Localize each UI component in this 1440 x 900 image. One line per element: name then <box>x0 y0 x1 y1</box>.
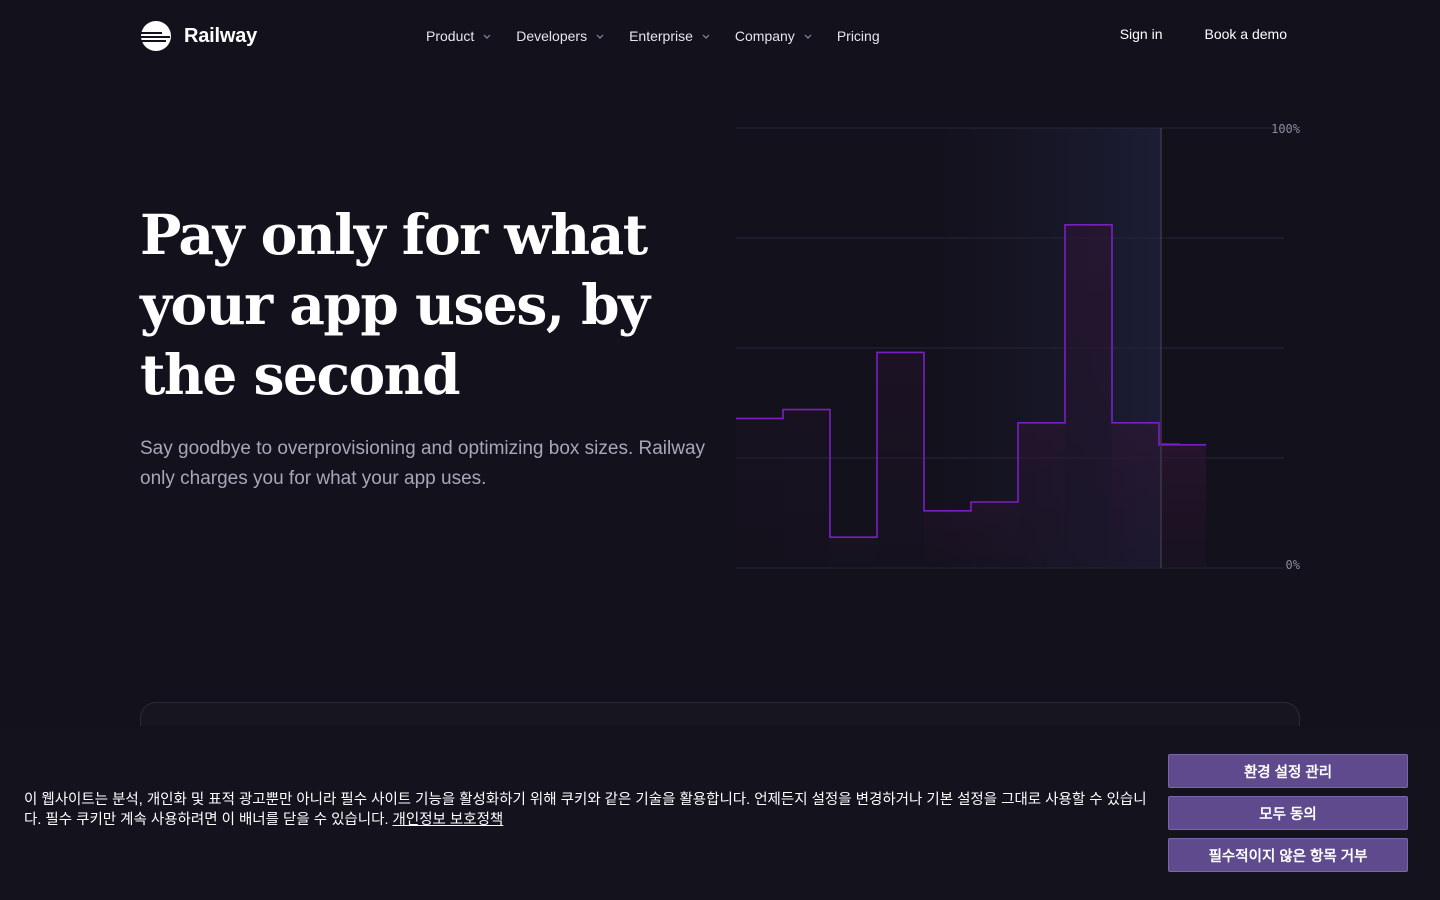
nav-developers[interactable]: Developers <box>516 26 605 46</box>
nav-developers-label: Developers <box>516 28 588 44</box>
chart-bar <box>783 409 830 568</box>
nav-actions: Sign in Book a demo <box>1120 26 1287 42</box>
nav-product[interactable]: Product <box>426 26 492 46</box>
brand-name: Railway <box>184 24 258 47</box>
nav-product-label: Product <box>426 28 475 44</box>
nav-pricing[interactable]: Pricing <box>837 26 880 46</box>
usage-chart: 100% 0% <box>736 122 1301 572</box>
chart-top-label: 100% <box>1271 122 1301 136</box>
chart-bottom-label: 0% <box>1286 558 1301 572</box>
railway-logo-icon <box>140 21 171 51</box>
chart-bar <box>1159 444 1206 568</box>
accept-all-button[interactable]: 모두 동의 <box>1168 796 1408 830</box>
chevron-down-icon <box>483 34 491 39</box>
main-menu: Product Developers Enterprise Company Pr… <box>426 26 904 46</box>
chart-bar <box>736 418 783 568</box>
chevron-down-icon <box>702 34 710 39</box>
nav-pricing-label: Pricing <box>836 28 880 44</box>
nav-enterprise[interactable]: Enterprise <box>629 26 711 46</box>
nav-company-label: Company <box>734 28 795 44</box>
chart-bar <box>1018 422 1065 568</box>
nav-enterprise-label: Enterprise <box>629 28 693 44</box>
nav-company[interactable]: Company <box>735 26 813 46</box>
chevron-down-icon <box>596 34 604 39</box>
hero-title: Pay only for what your app uses, by the … <box>140 202 650 407</box>
brand-logo[interactable]: Railway <box>140 20 257 52</box>
book-demo-link[interactable]: Book a demo <box>1205 26 1288 42</box>
chart-bar <box>1112 422 1159 568</box>
chevron-down-icon <box>804 34 812 39</box>
chart-bar <box>971 502 1018 568</box>
privacy-policy-link[interactable]: 개인정보 보호정책 <box>393 812 504 828</box>
chart-bar <box>877 352 924 568</box>
cookie-banner: 이 웹사이트는 분석, 개인화 및 표적 광고뿐만 아니라 필수 사이트 기능을… <box>0 726 1440 900</box>
cookie-message: 이 웹사이트는 분석, 개인화 및 표적 광고뿐만 아니라 필수 사이트 기능을… <box>24 792 1147 828</box>
chart-bar <box>830 537 877 568</box>
manage-preferences-button[interactable]: 환경 설정 관리 <box>1168 754 1408 788</box>
reject-nonessential-button[interactable]: 필수적이지 않은 항목 거부 <box>1168 838 1408 872</box>
chart-bar <box>924 510 971 568</box>
sign-in-link[interactable]: Sign in <box>1120 26 1163 42</box>
cookie-text: 이 웹사이트는 분석, 개인화 및 표적 광고뿐만 아니라 필수 사이트 기능을… <box>24 790 1154 830</box>
hero-subtitle: Say goodbye to overprovisioning and opti… <box>140 438 706 489</box>
top-navigation: Railway Product Developers Enterprise Co… <box>0 0 1440 72</box>
chart-bar <box>1065 224 1112 569</box>
